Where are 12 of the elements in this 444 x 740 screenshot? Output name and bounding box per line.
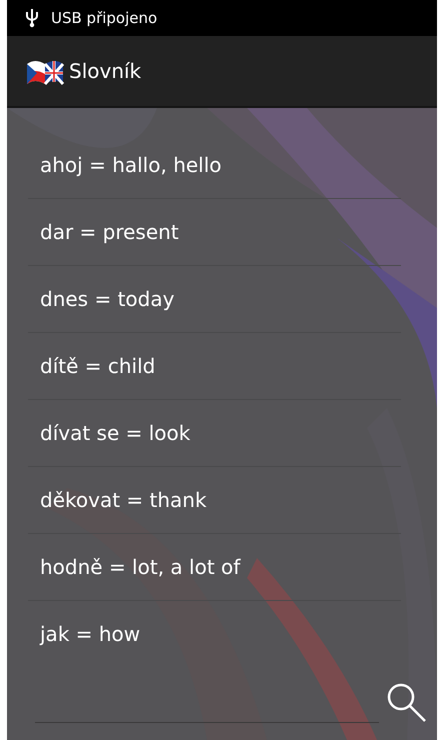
word-entry[interactable]: dítě = child xyxy=(40,354,156,378)
word-entry[interactable]: děkovat = thank xyxy=(40,488,207,512)
word-entry[interactable]: dívat se = look xyxy=(40,421,190,445)
word-entry[interactable]: hodně = lot, a lot of xyxy=(40,555,240,579)
word-entry[interactable]: dar = present xyxy=(40,220,179,244)
word-entry[interactable]: dnes = today xyxy=(40,287,174,311)
search-icon[interactable] xyxy=(385,681,427,723)
status-text: USB připojeno xyxy=(51,9,158,27)
word-entry[interactable]: ahoj = hallo, hello xyxy=(40,153,222,177)
app-title: Slovník xyxy=(69,59,142,83)
usb-icon xyxy=(25,8,39,28)
word-entry[interactable]: jak = how xyxy=(40,622,140,646)
